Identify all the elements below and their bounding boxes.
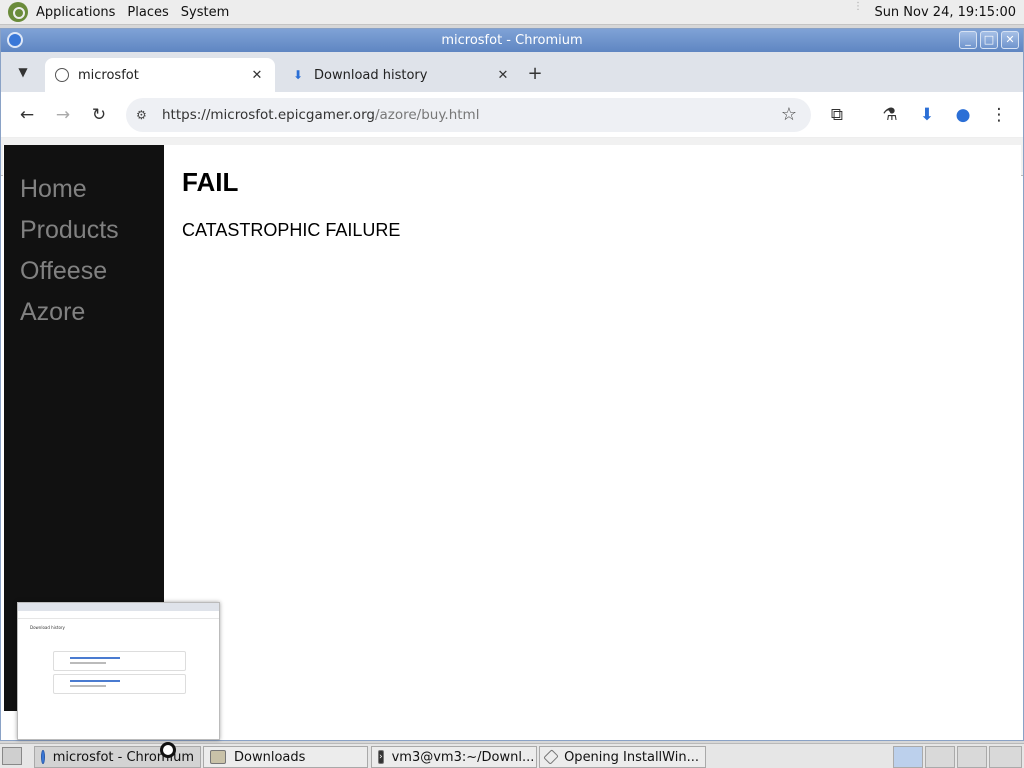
distro-logo-icon[interactable] bbox=[8, 2, 28, 22]
new-tab-icon[interactable]: + bbox=[525, 64, 545, 84]
url-host: https://microsfot.epicgamer.org bbox=[162, 107, 375, 123]
workspace-3[interactable] bbox=[957, 746, 987, 768]
menu-applications[interactable]: Applications bbox=[30, 0, 121, 25]
show-desktop-icon[interactable] bbox=[2, 747, 22, 765]
window-preview-thumbnail[interactable]: Download history bbox=[17, 602, 220, 740]
terminal-icon: › bbox=[378, 750, 384, 764]
nav-link-products[interactable]: Products bbox=[4, 210, 164, 251]
tab-title: Download history bbox=[314, 67, 428, 83]
tab-strip: ▼ microsfot ✕ ⬇ Download history ✕ + bbox=[1, 52, 1023, 92]
nav-link-azore[interactable]: Azore bbox=[4, 292, 164, 333]
profile-icon[interactable]: ● bbox=[951, 103, 975, 127]
downloads-icon[interactable]: ⬇ bbox=[915, 103, 939, 127]
close-tab-icon[interactable]: ✕ bbox=[249, 68, 265, 83]
folder-icon bbox=[210, 750, 226, 764]
page-heading: FAIL bbox=[182, 167, 239, 197]
tab-download-history[interactable]: ⬇ Download history ✕ bbox=[281, 58, 521, 92]
preview-toolbar bbox=[18, 611, 219, 619]
menu-system[interactable]: System bbox=[175, 0, 235, 25]
taskbar-item-terminal[interactable]: › vm3@vm3:~/Downl... bbox=[371, 746, 537, 768]
minimize-button[interactable]: _ bbox=[959, 31, 977, 49]
tab-search-chevron-icon[interactable]: ▼ bbox=[11, 60, 35, 84]
tab-title: microsfot bbox=[78, 67, 139, 83]
taskbar-item-label: Opening InstallWin... bbox=[564, 749, 699, 765]
chromium-icon[interactable] bbox=[7, 32, 23, 48]
taskbar-item-label: vm3@vm3:~/Downl... bbox=[391, 749, 535, 765]
busy-cursor-icon bbox=[160, 742, 176, 758]
main-content: FAIL CATASTROPHIC FAILURE bbox=[182, 167, 400, 241]
nav-link-home[interactable]: Home bbox=[4, 169, 164, 210]
preview-title: Download history bbox=[30, 625, 65, 630]
close-tab-icon[interactable]: ✕ bbox=[495, 68, 511, 83]
nav-link-offeese[interactable]: Offeese bbox=[4, 251, 164, 292]
window-titlebar[interactable]: microsfot - Chromium _ □ ✕ bbox=[1, 29, 1023, 52]
labs-flask-icon[interactable]: ⚗ bbox=[878, 103, 902, 127]
site-info-icon[interactable]: ⚙ bbox=[136, 108, 156, 122]
url-path: /azore/buy.html bbox=[374, 107, 480, 123]
browser-toolbar: ← → ↻ ⚙ https://microsfot.epicgamer.org/… bbox=[1, 92, 1023, 138]
close-window-button[interactable]: ✕ bbox=[1001, 31, 1019, 49]
panel-clock[interactable]: Sun Nov 24, 19:15:00 bbox=[874, 0, 1016, 25]
forward-arrow-icon[interactable]: → bbox=[51, 103, 75, 127]
globe-icon bbox=[55, 68, 69, 82]
back-arrow-icon[interactable]: ← bbox=[15, 103, 39, 127]
extensions-icon[interactable]: ⧉ bbox=[825, 103, 849, 127]
top-panel: Applications Places System ⋮ Sun Nov 24,… bbox=[0, 0, 1024, 25]
chromium-icon bbox=[41, 750, 45, 764]
bookmark-star-icon[interactable]: ☆ bbox=[781, 104, 797, 125]
dialog-icon bbox=[543, 749, 559, 765]
maximize-button[interactable]: □ bbox=[980, 31, 998, 49]
taskbar-item-downloads[interactable]: Downloads bbox=[203, 746, 368, 768]
menu-places[interactable]: Places bbox=[121, 0, 174, 25]
reload-icon[interactable]: ↻ bbox=[87, 103, 111, 127]
address-bar[interactable]: ⚙ https://microsfot.epicgamer.org/azore/… bbox=[126, 98, 811, 132]
workspace-1[interactable] bbox=[893, 746, 923, 768]
url-text[interactable]: https://microsfot.epicgamer.org/azore/bu… bbox=[162, 107, 479, 123]
taskbar-item-label: Downloads bbox=[234, 749, 306, 765]
panel-drag-handle-icon[interactable]: ⋮ bbox=[853, 2, 863, 22]
taskbar-item-opening-dialog[interactable]: Opening InstallWin... bbox=[539, 746, 706, 768]
workspace-2[interactable] bbox=[925, 746, 955, 768]
preview-tabbar bbox=[18, 603, 219, 611]
preview-download-item bbox=[53, 674, 186, 694]
download-icon: ⬇ bbox=[292, 68, 304, 82]
preview-download-item bbox=[53, 651, 186, 671]
bottom-taskbar: microsfot - Chromium Downloads › vm3@vm3… bbox=[0, 743, 1024, 768]
window-title: microsfot - Chromium bbox=[441, 33, 583, 48]
tab-microsfot[interactable]: microsfot ✕ bbox=[45, 58, 275, 92]
workspace-4[interactable] bbox=[989, 746, 1022, 768]
error-message: CATASTROPHIC FAILURE bbox=[182, 220, 401, 240]
menu-kebab-icon[interactable]: ⋮ bbox=[987, 103, 1011, 127]
